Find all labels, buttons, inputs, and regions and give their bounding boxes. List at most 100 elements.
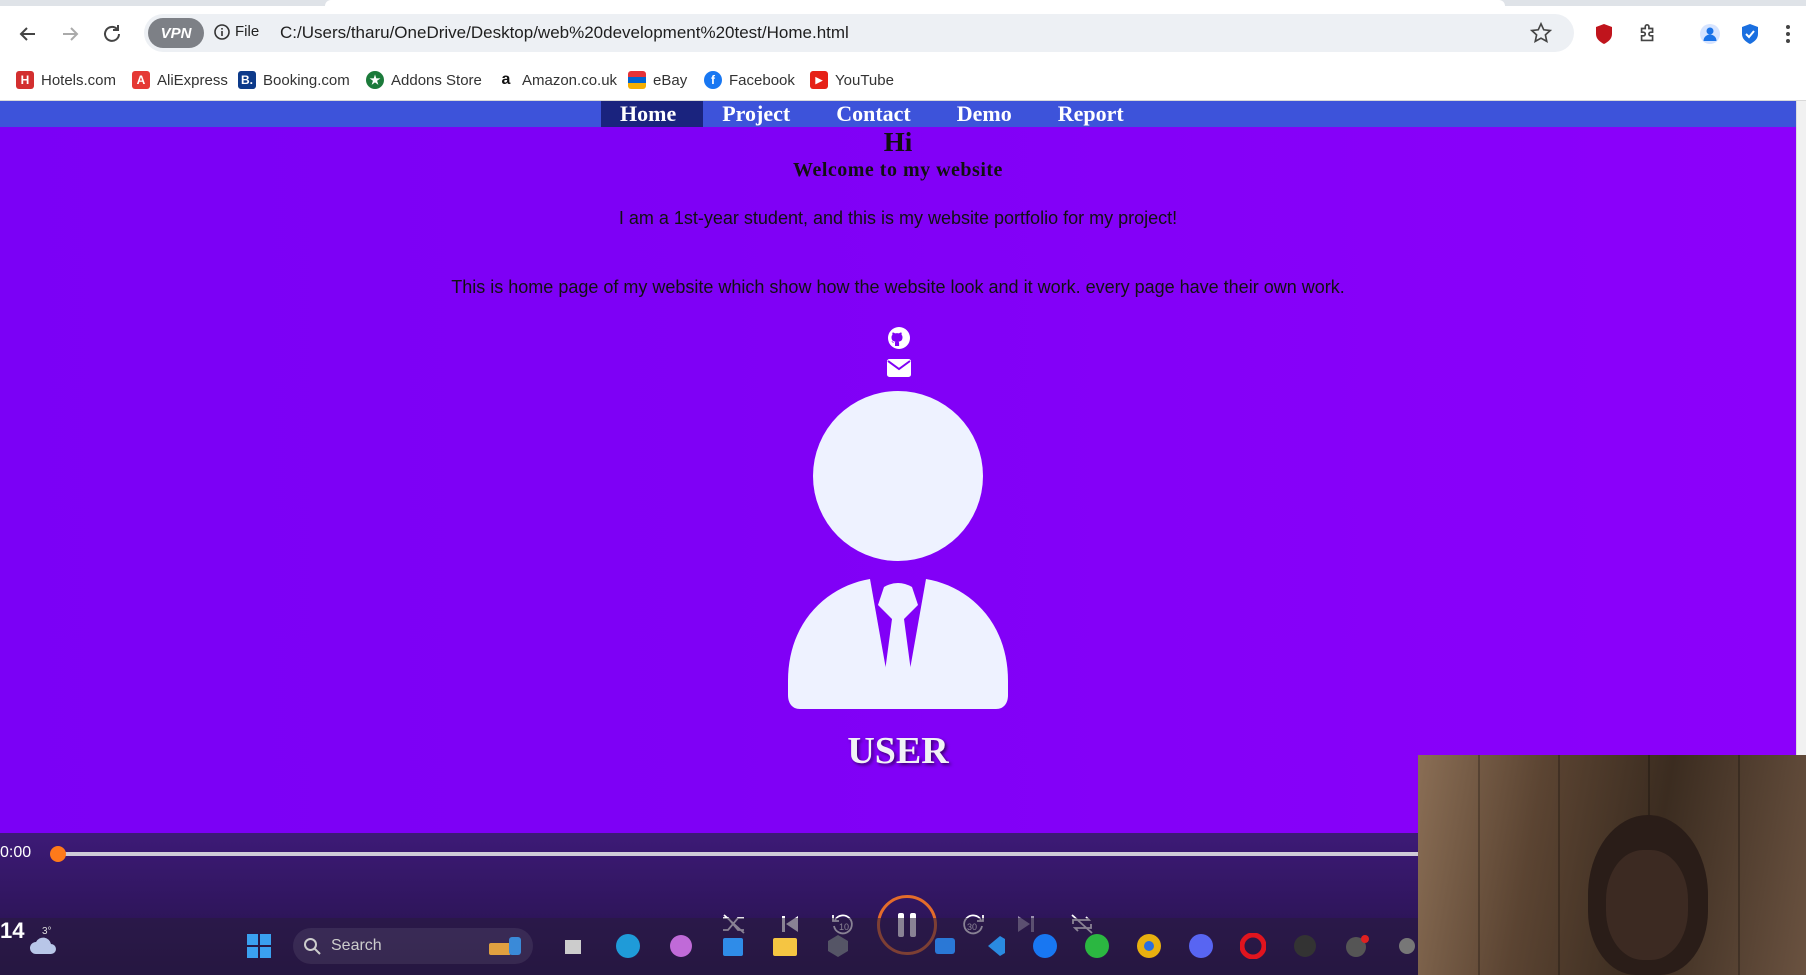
profile-button[interactable] (1698, 22, 1722, 46)
nav-project[interactable]: Project (703, 101, 817, 127)
copilot-icon (670, 935, 692, 957)
taskbar-app-cube[interactable] (823, 931, 853, 961)
facebook-icon: f (704, 71, 722, 89)
taskbar-vscode[interactable] (980, 931, 1010, 961)
bookmark-facebook[interactable]: f Facebook (704, 71, 795, 89)
time-elapsed: 0:00 (0, 844, 32, 861)
nav-demo[interactable]: Demo (938, 101, 1039, 127)
shield-check-icon (1742, 24, 1758, 44)
taskbar-store[interactable] (718, 931, 748, 961)
webcam-overlay (1418, 755, 1806, 975)
cube-icon (828, 935, 848, 957)
search-highlight-icon (489, 937, 521, 955)
wall-plank (1738, 755, 1740, 975)
bookmark-addons-store[interactable]: ★ Addons Store (366, 71, 482, 89)
taskbar-edge[interactable] (613, 931, 643, 961)
bookmark-aliexpress[interactable]: A AliExpress (132, 71, 228, 89)
taskbar-app-camera[interactable] (1290, 931, 1320, 961)
amazon-icon: a (497, 71, 515, 89)
search-icon (304, 938, 321, 955)
store-icon (723, 938, 743, 956)
site-navbar: Home Project Contact Demo Report (0, 101, 1796, 127)
person-icon (1700, 24, 1720, 44)
nav-contact[interactable]: Contact (817, 101, 938, 127)
bookmark-star-button[interactable] (1529, 21, 1553, 49)
task-view-icon (565, 940, 581, 954)
nav-links: Home Project Contact Demo Report (601, 101, 1151, 127)
vpn-badge[interactable]: VPN (148, 18, 204, 48)
forward-button[interactable] (56, 20, 84, 48)
folder-icon (773, 938, 797, 956)
bookmark-ebay[interactable]: eBay (628, 71, 687, 89)
discord-icon (1189, 934, 1213, 958)
whatsapp-icon (1085, 934, 1109, 958)
bookmark-youtube[interactable]: ▶ YouTube (810, 71, 894, 89)
bookmarks-bar: H Hotels.com A AliExpress B. Booking.com ★ A… (0, 62, 1806, 101)
seek-handle[interactable] (50, 846, 66, 862)
web-page: Home Project Contact Demo Report Hi Welc… (0, 101, 1796, 833)
facebook-app-icon (1033, 934, 1057, 958)
nav-home[interactable]: Home (601, 101, 704, 127)
puzzle-icon (1640, 24, 1654, 42)
github-icon (888, 327, 910, 349)
booking-icon: B. (238, 71, 256, 89)
bookmark-amazon[interactable]: a Amazon.co.uk (497, 71, 617, 89)
address-bar[interactable]: VPN File C:/Users/tharu/OneDrive/Desktop… (144, 14, 1574, 52)
file-label: File (235, 23, 260, 40)
task-view-button[interactable] (558, 931, 588, 961)
reload-icon (104, 25, 120, 42)
taskbar-whatsapp[interactable] (1082, 931, 1112, 961)
chrome-icon (1137, 934, 1161, 958)
taskbar-opera[interactable] (1238, 931, 1268, 961)
ublock-extension-button[interactable] (1592, 22, 1616, 46)
page-subheading: Welcome to my website (793, 159, 1003, 181)
taskbar-discord[interactable] (1186, 931, 1216, 961)
site-info[interactable]: File (214, 23, 259, 40)
ebay-icon (628, 71, 646, 89)
taskbar-facebook[interactable] (1030, 931, 1060, 961)
taskbar-outlook[interactable] (930, 931, 960, 961)
page-scrollbar[interactable] (1796, 101, 1806, 833)
camera-app-icon (1294, 935, 1316, 957)
user-avatar-icon (788, 391, 1008, 709)
taskbar-search[interactable]: Search (293, 928, 533, 964)
url-text[interactable]: C:/Users/tharu/OneDrive/Desktop/web%20de… (280, 23, 849, 43)
bookmark-booking[interactable]: B. Booking.com (238, 71, 350, 89)
aliexpress-icon: A (132, 71, 150, 89)
nav-report[interactable]: Report (1039, 101, 1151, 127)
taskbar-chrome[interactable] (1134, 931, 1164, 961)
edge-icon (616, 934, 640, 958)
info-icon (214, 23, 230, 40)
github-link[interactable] (886, 326, 912, 350)
wall-plank (1558, 755, 1560, 975)
shield-red-icon (1596, 24, 1612, 44)
weather-cloud-icon (30, 937, 56, 954)
arrow-right-icon (63, 27, 79, 41)
start-button[interactable] (244, 931, 274, 961)
extensions-button[interactable] (1636, 22, 1660, 46)
star-icon (1529, 21, 1553, 43)
addons-store-icon: ★ (366, 71, 384, 89)
taskbar-copilot[interactable] (666, 931, 696, 961)
youtube-icon: ▶ (810, 71, 828, 89)
gear-icon (1399, 938, 1415, 954)
reload-button[interactable] (98, 20, 126, 48)
arrow-left-icon (19, 27, 35, 41)
taskbar-file-explorer[interactable] (770, 931, 800, 961)
back-button[interactable] (14, 20, 42, 48)
hotels-icon: H (16, 71, 34, 89)
bookmark-hotels[interactable]: H Hotels.com (16, 71, 116, 89)
description-text: This is home page of my website which sh… (451, 277, 1345, 297)
email-link[interactable] (886, 359, 912, 377)
menu-button[interactable] (1776, 22, 1800, 46)
opera-icon (1240, 933, 1266, 959)
browser-toolbar: VPN File C:/Users/tharu/OneDrive/Desktop… (0, 6, 1806, 62)
taskbar: 14 3° Search (0, 918, 1418, 975)
notification-app-icon (1346, 935, 1369, 957)
windows-icon (247, 934, 271, 958)
search-placeholder: Search (331, 937, 382, 954)
outlook-icon (935, 938, 955, 954)
taskbar-app-notify[interactable] (1342, 931, 1372, 961)
security-extension-button[interactable] (1738, 22, 1762, 46)
vscode-icon (988, 936, 1005, 956)
